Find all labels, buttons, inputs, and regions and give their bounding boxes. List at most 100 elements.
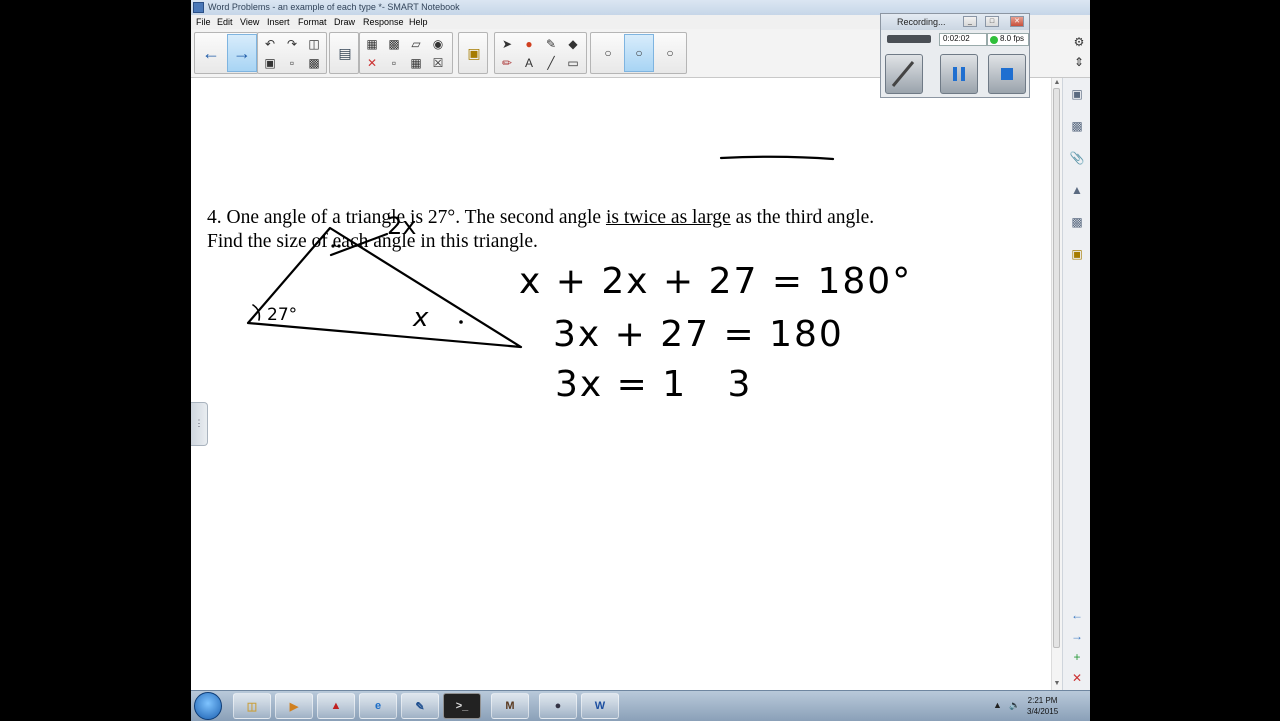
taskbar: ◫ ▶ ▲ e ✎ >_ M ● W ▲ 🔈 2:21 PM 3/4/2015 <box>191 690 1090 721</box>
pen-icon[interactable]: ✏ <box>498 54 516 72</box>
shapes-icon[interactable]: ◆ <box>564 35 582 53</box>
close-icon[interactable]: ☒ <box>429 54 447 72</box>
clock-date: 3/4/2015 <box>1027 707 1059 716</box>
pause-icon <box>953 67 965 81</box>
add-page-side-icon[interactable]: + <box>1067 647 1087 667</box>
select-icon[interactable]: ➤ <box>498 35 516 53</box>
pdf-reader-icon[interactable]: ▲ <box>317 693 355 719</box>
scroll-down-icon[interactable]: ▼ <box>1053 680 1061 688</box>
gear-icon[interactable]: ⚙ <box>1070 33 1088 51</box>
undo-icon[interactable]: ↶ <box>261 35 279 53</box>
menu-format[interactable]: Format <box>298 17 327 27</box>
stop-icon <box>1001 68 1013 80</box>
add-page-icon[interactable]: ▣ <box>261 54 279 72</box>
document-camera-icon[interactable]: ▱ <box>407 35 425 53</box>
vertical-scrollbar[interactable]: ▲ ▼ <box>1051 78 1062 690</box>
insert-group: ▦ ▩ ▱ ◉ ✕ ▫ ▦ ☒ <box>359 32 453 74</box>
volume-icon[interactable]: 🔈 <box>1009 700 1020 711</box>
prev-page-icon[interactable]: ← <box>1067 605 1087 625</box>
magnifier-icon[interactable]: ◉ <box>429 35 447 53</box>
properties-icon[interactable]: ▲ <box>1067 180 1087 200</box>
start-button[interactable] <box>194 692 222 720</box>
display-icon[interactable]: ▫ <box>385 54 403 72</box>
pen-style-2-icon[interactable]: ○ <box>624 34 654 72</box>
side-panel-toggle[interactable]: ⋮ <box>191 402 208 446</box>
page-sorter-icon[interactable]: ▣ <box>1067 84 1087 104</box>
recorder-title-bar: Recording... _ □ ✕ <box>881 14 1029 30</box>
label-x: x <box>412 303 429 333</box>
fill-icon[interactable]: ● <box>520 35 538 53</box>
pen-style-1-icon[interactable]: ○ <box>593 34 623 72</box>
label-2x: 2x <box>387 212 416 240</box>
gallery-icon[interactable]: ▣ <box>459 34 489 72</box>
gallery-tab-icon[interactable]: ▩ <box>1067 116 1087 136</box>
delete-page-icon[interactable]: ✕ <box>1067 668 1087 688</box>
forward-arrow-icon[interactable]: → <box>227 34 257 72</box>
pen-style-3-icon[interactable]: ○ <box>655 34 685 72</box>
angle-dot-1 <box>331 244 335 248</box>
menu-draw[interactable]: Draw <box>334 17 355 27</box>
word-icon[interactable]: W <box>581 693 619 719</box>
menu-view[interactable]: View <box>240 17 259 27</box>
angle-dot-3 <box>459 320 463 324</box>
media-player-icon[interactable]: ▶ <box>275 693 313 719</box>
ink-layer: 2x 27° x x + 2x + 27 = 180° 3x + 27 = 18… <box>246 155 912 405</box>
explorer-icon[interactable]: ◫ <box>233 693 271 719</box>
whiteboard-canvas[interactable]: 4. One angle of a triangle is 27°. The s… <box>191 78 1051 690</box>
equation-2: 3x + 27 = 180 <box>553 314 844 355</box>
next-page-icon[interactable]: → <box>1067 626 1087 646</box>
restore-icon[interactable]: □ <box>985 16 999 27</box>
menu-response[interactable]: Response <box>363 17 404 27</box>
settings-panel: ⚙ ⇕ <box>1069 29 1090 77</box>
menu-insert[interactable]: Insert <box>267 17 290 27</box>
side-tabs: ▣ ▩ 📎 ▲ ▩ ▣ ← → + ✕ <box>1062 78 1090 690</box>
menu-edit[interactable]: Edit <box>217 17 233 27</box>
menu-help[interactable]: Help <box>409 17 428 27</box>
clock-time: 2:21 PM <box>1027 696 1058 705</box>
screen-capture-icon[interactable]: ▩ <box>385 35 403 53</box>
close-recorder-icon[interactable]: ✕ <box>1010 16 1024 27</box>
draw-tools-group: ➤ ● ✎ ◆ ✏ A ╱ ▭ <box>494 32 587 74</box>
underline-stroke <box>719 155 835 161</box>
magic-pen-icon[interactable]: ✎ <box>542 35 560 53</box>
screen-shade-icon[interactable]: ▤ <box>330 34 360 72</box>
text-icon[interactable]: A <box>520 54 538 72</box>
pause-button[interactable] <box>940 54 978 94</box>
attachments-icon[interactable]: 📎 <box>1067 148 1087 168</box>
equation-1: x + 2x + 27 = 180° <box>519 261 912 302</box>
paste-icon[interactable]: ▫ <box>283 54 301 72</box>
copy-icon[interactable]: ▦ <box>363 35 381 53</box>
command-prompt-icon[interactable]: >_ <box>443 693 481 719</box>
table-icon[interactable]: ▦ <box>407 54 425 72</box>
recorder-window: Recording... _ □ ✕ 0:02:02 8.0 fps <box>880 13 1030 98</box>
gallery-group: ▣ <box>458 32 488 74</box>
m-app-icon[interactable]: M <box>491 693 529 719</box>
recording-time: 0:02:02 <box>939 33 987 46</box>
window-title: Word Problems - an example of each type … <box>208 2 460 12</box>
system-clock[interactable]: 2:21 PM 3/4/2015 <box>1027 695 1058 717</box>
notebook-taskbar-icon[interactable]: ✎ <box>401 693 439 719</box>
edit-group: ↶ ↷ ◫ ▣ ▫ ▩ <box>257 32 327 74</box>
app-icon <box>193 2 204 13</box>
tray-expand-icon[interactable]: ▲ <box>993 700 1002 710</box>
triangle-stroke <box>246 226 523 349</box>
menu-file[interactable]: File <box>196 17 211 27</box>
nav-group: ← → <box>194 32 258 74</box>
open-icon[interactable]: ◫ <box>305 35 323 53</box>
audio-level-button[interactable] <box>885 54 923 94</box>
delete-icon[interactable]: ✕ <box>363 54 381 72</box>
save-icon[interactable]: ▩ <box>305 54 323 72</box>
scroll-thumb[interactable] <box>1053 88 1060 648</box>
lesson-activity-icon[interactable]: ▣ <box>1067 244 1087 264</box>
line-icon[interactable]: ╱ <box>542 54 560 72</box>
stop-button[interactable] <box>988 54 1026 94</box>
internet-explorer-icon[interactable]: e <box>359 693 397 719</box>
recorder-taskbar-icon[interactable]: ● <box>539 693 577 719</box>
move-toolbar-icon[interactable]: ⇕ <box>1070 53 1088 71</box>
back-arrow-icon[interactable]: ← <box>196 34 226 72</box>
scroll-up-icon[interactable]: ▲ <box>1053 79 1061 87</box>
redo-icon[interactable]: ↷ <box>283 35 301 53</box>
eraser-icon[interactable]: ▭ <box>564 54 582 72</box>
minimize-icon[interactable]: _ <box>963 16 977 27</box>
addons-icon[interactable]: ▩ <box>1067 212 1087 232</box>
